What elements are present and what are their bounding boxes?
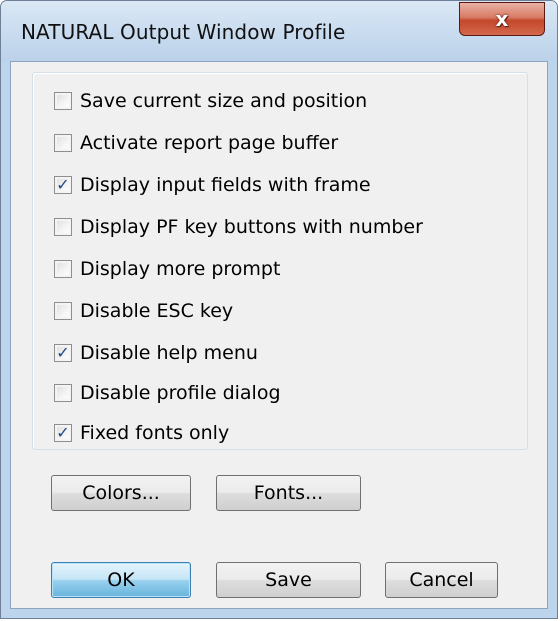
option-save-size-position[interactable]: Save current size and position — [54, 87, 367, 115]
option-pf-key-buttons[interactable]: Display PF key buttons with number — [54, 213, 423, 241]
title-bar[interactable]: NATURAL Output Window Profile x — [1, 1, 557, 61]
checkbox[interactable]: ✓ — [54, 424, 72, 442]
checkbox[interactable]: ✓ — [54, 344, 72, 362]
option-input-fields-frame[interactable]: ✓ Display input fields with frame — [54, 171, 371, 199]
cancel-button[interactable]: Cancel — [385, 562, 498, 598]
checkbox[interactable] — [54, 92, 72, 110]
dialog-client-area: Save current size and position Activate … — [10, 61, 548, 609]
option-label: Disable profile dialog — [80, 382, 281, 404]
option-more-prompt[interactable]: Display more prompt — [54, 255, 280, 283]
option-activate-page-buffer[interactable]: Activate report page buffer — [54, 129, 338, 157]
option-label: Fixed fonts only — [80, 422, 230, 444]
checkbox[interactable]: ✓ — [54, 176, 72, 194]
option-disable-esc[interactable]: Disable ESC key — [54, 297, 233, 325]
checkmark-icon: ✓ — [56, 174, 70, 194]
close-button[interactable]: x — [459, 2, 545, 36]
checkbox[interactable] — [54, 260, 72, 278]
option-label: Activate report page buffer — [80, 132, 339, 154]
checkbox[interactable] — [54, 384, 72, 402]
option-label: Save current size and position — [80, 90, 368, 112]
option-label: Disable ESC key — [80, 300, 234, 322]
checkbox[interactable] — [54, 218, 72, 236]
checkmark-icon: ✓ — [56, 422, 70, 442]
option-label: Display more prompt — [80, 258, 281, 280]
colors-button[interactable]: Colors... — [51, 475, 191, 511]
fonts-button[interactable]: Fonts... — [216, 475, 361, 511]
ok-button[interactable]: OK — [51, 562, 191, 598]
checkbox[interactable] — [54, 134, 72, 152]
checkbox[interactable] — [54, 302, 72, 320]
options-group: Save current size and position Activate … — [32, 72, 528, 450]
save-button[interactable]: Save — [216, 562, 361, 598]
option-disable-profile-dialog[interactable]: Disable profile dialog — [54, 379, 281, 407]
option-label: Display PF key buttons with number — [80, 216, 423, 238]
option-fixed-fonts[interactable]: ✓ Fixed fonts only — [54, 419, 229, 447]
close-icon: x — [495, 7, 509, 31]
option-disable-help-menu[interactable]: ✓ Disable help menu — [54, 339, 258, 367]
dialog-window: NATURAL Output Window Profile x Save cur… — [0, 0, 558, 619]
checkmark-icon: ✓ — [56, 342, 70, 362]
option-label: Disable help menu — [80, 342, 258, 364]
window-title: NATURAL Output Window Profile — [21, 20, 346, 44]
option-label: Display input fields with frame — [80, 174, 371, 196]
